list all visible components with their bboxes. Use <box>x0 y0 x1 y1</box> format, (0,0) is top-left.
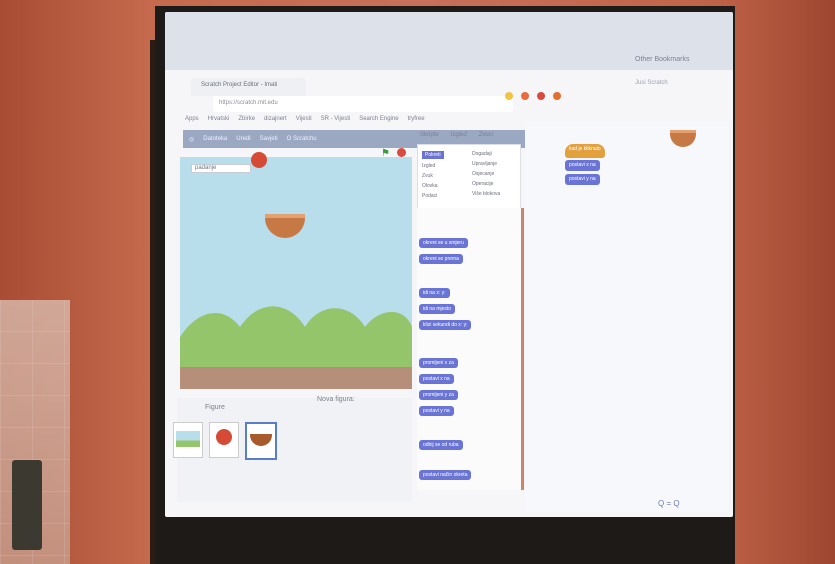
blocks-palette: okreni se u smjeru okreni se prema idi n… <box>417 208 524 490</box>
stage-hills <box>180 306 412 367</box>
zoom-controls[interactable]: Q = Q <box>658 499 680 508</box>
bookmark-item[interactable]: dizajnert <box>264 116 287 122</box>
workspace-block[interactable]: kad je kliknuto <box>565 144 605 158</box>
bookmark-item[interactable]: Vijesti <box>296 116 312 122</box>
workspace-block[interactable]: postavi y na <box>565 174 600 185</box>
category-data[interactable]: Podaci <box>422 193 437 199</box>
block[interactable]: odbij se od ruba <box>419 440 463 450</box>
block[interactable]: idi na x: y: <box>419 288 450 298</box>
block[interactable]: postavi y na <box>419 406 454 416</box>
extension-icon[interactable] <box>521 92 529 100</box>
bookmark-item[interactable]: SR - Vijesti <box>321 116 351 122</box>
category-sensing[interactable]: Osjecanje <box>472 171 494 177</box>
block[interactable]: okreni se u smjeru <box>419 238 468 248</box>
menu-file[interactable]: Datoteka <box>203 136 227 142</box>
block[interactable]: postavi x na <box>419 374 454 384</box>
editor-tabs: Skripte Izgled Zvuci <box>420 132 520 144</box>
category-looks[interactable]: Izgled <box>422 163 435 169</box>
category-pen[interactable]: Olovka <box>422 183 438 189</box>
tab-scripts[interactable]: Skripte <box>420 132 439 144</box>
browser-tab[interactable]: Scratch Project Editor - Imati <box>191 78 306 96</box>
sprite-thumb-apple[interactable] <box>209 422 239 458</box>
extension-icon[interactable] <box>553 92 561 100</box>
new-sprite-label: Nova figura: <box>317 396 355 403</box>
stage[interactable] <box>180 157 412 389</box>
category-operators[interactable]: Operacije <box>472 181 493 187</box>
stage-ground <box>180 367 412 389</box>
menu-tips[interactable]: Savjeti <box>260 136 278 142</box>
stop-icon[interactable] <box>397 148 406 157</box>
block[interactable]: idi na mjesto <box>419 304 456 314</box>
category-events[interactable]: Dogadaji <box>472 151 492 157</box>
block[interactable]: postavi način okreta <box>419 470 472 480</box>
projection-screen: Scratch Project Editor - Imati https://s… <box>165 12 733 517</box>
apple-sprite[interactable] <box>251 152 267 168</box>
bookmark-item[interactable]: tryfree <box>408 116 425 122</box>
sprite-thumb-bowl[interactable] <box>245 422 277 460</box>
category-sound[interactable]: Zvuk <box>422 173 433 179</box>
user-menu[interactable]: Jusi Scratch <box>635 80 668 86</box>
script-workspace[interactable]: kad je kliknuto postavi x na postavi y n… <box>525 122 729 512</box>
address-bar[interactable]: https://scratch.mit.edu <box>213 96 513 112</box>
block[interactable]: promijeni y za <box>419 390 458 400</box>
workspace-block[interactable]: postavi x na <box>565 160 600 171</box>
extension-icon[interactable] <box>505 92 513 100</box>
extension-icon[interactable] <box>537 92 545 100</box>
bookmark-item[interactable]: Zbirke <box>238 116 255 122</box>
bookmark-item[interactable]: Search Engine <box>359 116 398 122</box>
wall-outlet <box>12 460 42 550</box>
bookmark-item[interactable]: Hrvatski <box>208 116 230 122</box>
bookmark-item[interactable]: Apps <box>185 116 199 122</box>
category-more-blocks[interactable]: Više blokova <box>472 191 500 197</box>
sprite-thumb-stage[interactable] <box>173 422 203 458</box>
menu-edit[interactable]: Uredi <box>236 136 250 142</box>
block-categories: Pokreti Izgled Zvuk Olovka Podaci Dogada… <box>417 144 521 210</box>
sprites-label: Figure <box>205 404 225 411</box>
bookmark-other[interactable]: Other Bookmarks <box>635 56 689 63</box>
block[interactable]: klizi sekundi do x: y: <box>419 320 472 330</box>
category-motion[interactable]: Pokreti <box>422 151 444 159</box>
globe-icon[interactable]: ◎ <box>189 136 194 143</box>
block[interactable]: okreni se prema <box>419 254 463 264</box>
project-title-input[interactable]: padanje <box>191 164 251 173</box>
extension-icons <box>505 92 561 100</box>
menu-about[interactable]: O Scratchu <box>287 136 317 142</box>
block[interactable]: promijeni x za <box>419 358 458 368</box>
tab-sounds[interactable]: Zvuci <box>479 132 493 144</box>
tab-costumes[interactable]: Izgled <box>451 132 467 144</box>
category-control[interactable]: Upravljanje <box>472 161 497 167</box>
